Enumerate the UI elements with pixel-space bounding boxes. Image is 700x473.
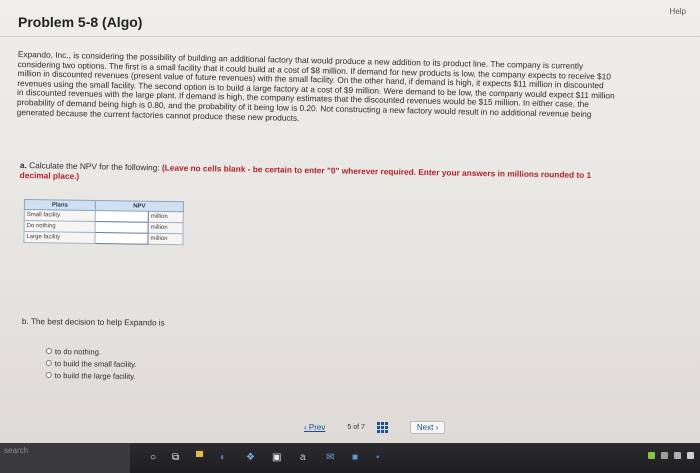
part-a-question: a. Calculate the NPV for the following: … [20, 160, 620, 190]
unit-label: million [148, 222, 184, 234]
volume-icon[interactable] [674, 452, 681, 459]
chevron-right-icon: › [433, 422, 439, 432]
taskbar-search[interactable]: search [0, 443, 130, 473]
npv-input-small-facility[interactable] [95, 210, 149, 223]
unit-label: million [148, 211, 184, 223]
help-link[interactable]: Help [670, 7, 686, 16]
next-label: Next [416, 422, 434, 432]
radio-button[interactable] [45, 359, 52, 367]
word-icon[interactable]: ▪ [376, 450, 380, 464]
next-button[interactable]: Next › [409, 420, 446, 434]
problem-title: Problem 5-8 (Algo) [18, 14, 143, 30]
file-explorer-icon[interactable]: ▀ [196, 450, 203, 464]
notification-icon[interactable] [687, 452, 694, 459]
cortana-icon[interactable]: ○ [150, 450, 156, 464]
store-icon[interactable]: ▣ [272, 450, 281, 464]
part-a-prefix: a. [19, 160, 27, 171]
table-row: Large facility million [23, 231, 184, 245]
option-label: to do nothing. [54, 346, 102, 357]
title-divider [0, 36, 700, 37]
app-icon[interactable]: ■ [352, 450, 358, 464]
pagination: ‹ Prev 5 of 7 Next › [300, 418, 446, 436]
tray-app-icon[interactable] [648, 452, 655, 459]
option-label: to build the small facility. [54, 358, 137, 369]
assignment-page: Help Problem 5-8 (Algo) Expando, Inc., i… [0, 0, 700, 443]
part-b-question: b. The best decision to help Expando is [21, 317, 165, 328]
of-label: of [353, 423, 360, 431]
npv-input-large-facility[interactable] [94, 232, 149, 245]
plan-label: Large facility [23, 231, 96, 244]
radio-button[interactable] [45, 347, 52, 355]
page-counter: 5 of 7 [347, 424, 365, 431]
part-b-options: to do nothing. to build the small facili… [45, 345, 137, 382]
npv-table: Plans NPV Small facility million Do noth… [23, 199, 184, 245]
system-tray [648, 452, 694, 459]
network-icon[interactable] [661, 452, 668, 459]
npv-input-do-nothing[interactable] [95, 221, 149, 234]
mail-icon[interactable]: ✉ [326, 450, 334, 464]
radio-button[interactable] [45, 371, 52, 379]
edge-icon[interactable]: ◐ [220, 450, 226, 464]
prev-button[interactable]: ‹ Prev [300, 423, 329, 432]
unit-label: million [147, 233, 184, 245]
amazon-icon[interactable]: a [300, 450, 306, 464]
option-small-facility[interactable]: to build the small facility. [45, 357, 137, 370]
prev-label: Prev [308, 422, 326, 432]
taskbar: search ○ ⧉ ▀ ◐ ❖ ▣ a ✉ ■ ▪ [0, 443, 700, 473]
total-pages: 7 [361, 423, 365, 431]
current-page: 5 [347, 423, 352, 431]
option-large-facility[interactable]: to build the large facility. [45, 369, 137, 382]
task-view-icon[interactable]: ⧉ [172, 450, 179, 464]
problem-statement: Expando, Inc., is considering the possib… [16, 49, 615, 123]
option-do-nothing[interactable]: to do nothing. [45, 345, 137, 358]
option-label: to build the large facility. [54, 370, 136, 381]
dropbox-icon[interactable]: ❖ [246, 450, 255, 464]
grid-icon[interactable] [376, 421, 388, 433]
